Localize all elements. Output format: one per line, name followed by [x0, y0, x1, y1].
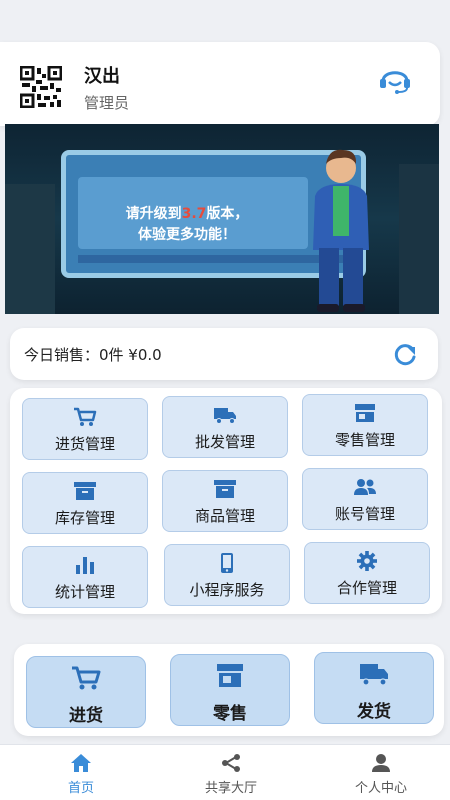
quick-actions: 进货 零售 发货 [14, 644, 444, 736]
menu-account-management[interactable]: 账号管理 [302, 468, 428, 530]
quick-purchase-button[interactable]: 进货 [26, 656, 146, 728]
menu-statistics-management[interactable]: 统计管理 [22, 546, 148, 608]
banner-shelf-right [399, 164, 439, 314]
customer-service-icon[interactable] [378, 64, 412, 94]
profile-card: 汉出 管理员 [0, 42, 440, 126]
qr-code-icon[interactable] [20, 66, 62, 108]
tab-personal-center[interactable]: 个人中心 [326, 745, 436, 800]
menu-cooperation-management[interactable]: 合作管理 [304, 542, 430, 604]
quick-ship-button[interactable]: 发货 [314, 652, 434, 724]
menu-mini-program-service[interactable]: 小程序服务 [164, 544, 290, 606]
bottom-tab-bar: 首页 共享大厅 个人中心 [0, 744, 450, 800]
archive-box-icon [74, 482, 96, 500]
profile-role: 管理员 [84, 94, 130, 112]
today-sales-card: 今日销售：0件 ¥0.0 [10, 328, 438, 380]
bar-chart-icon [76, 557, 94, 574]
function-menu: 进货管理 批发管理 零售管理 库存管理 商品管理 账号管理 统计管理 小程序服务… [10, 388, 442, 614]
profile-name: 汉出 [84, 66, 120, 87]
home-icon [71, 754, 91, 772]
menu-retail-management[interactable]: 零售管理 [302, 394, 428, 456]
menu-wholesale-management[interactable]: 批发管理 [162, 396, 288, 458]
share-icon [222, 754, 240, 772]
users-icon [354, 479, 376, 495]
menu-inventory-management[interactable]: 库存管理 [22, 472, 148, 534]
cart-icon [72, 666, 101, 690]
refresh-icon[interactable] [392, 342, 418, 368]
tab-shared-hall[interactable]: 共享大厅 [176, 745, 286, 800]
truck-icon [360, 664, 388, 686]
user-icon [372, 754, 390, 772]
banner-shelf-left [5, 184, 55, 314]
gear-icon [357, 551, 377, 571]
today-sales-text: 今日销售：0件 ¥0.0 [24, 346, 162, 364]
cart-icon [74, 407, 97, 426]
quick-retail-button[interactable]: 零售 [170, 654, 290, 726]
upgrade-banner[interactable]: 请升级到3.7版本， 体验更多功能！ [5, 124, 439, 314]
banner-text: 请升级到3.7版本， 体验更多功能！ [125, 206, 249, 243]
store-icon [217, 664, 243, 687]
banner-person-illustration [313, 149, 369, 312]
archive-box-icon [214, 480, 236, 498]
menu-purchase-management[interactable]: 进货管理 [22, 398, 148, 460]
phone-icon [221, 553, 233, 573]
truck-icon [214, 408, 236, 424]
banner-version: 3.7 [181, 206, 207, 222]
store-icon [355, 404, 375, 422]
status-bar [0, 0, 450, 40]
menu-product-management[interactable]: 商品管理 [162, 470, 288, 532]
tab-home[interactable]: 首页 [26, 745, 136, 800]
